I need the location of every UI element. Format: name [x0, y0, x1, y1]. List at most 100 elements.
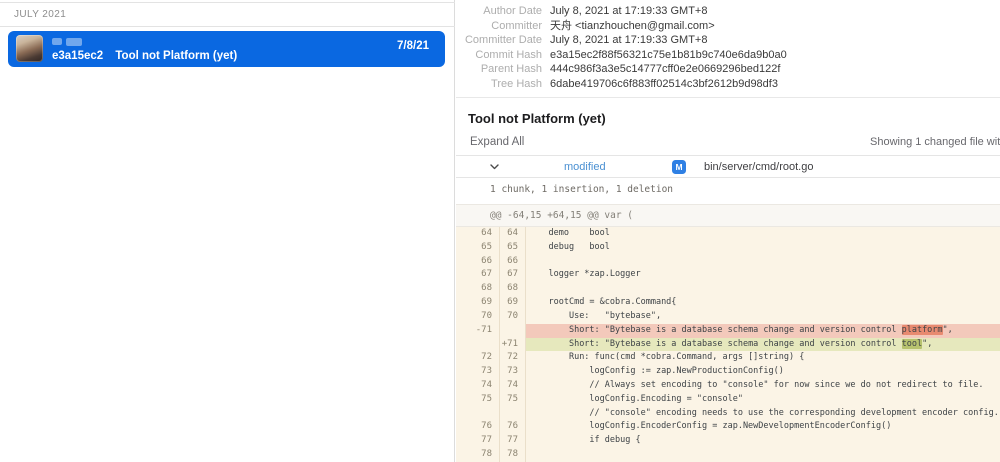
metadata-label: Committer — [456, 19, 542, 34]
file-change-stats: 1 chunk, 1 insertion, 1 deletion — [490, 184, 673, 195]
old-line-number: 68 — [456, 282, 500, 296]
metadata-label: Parent Hash — [456, 62, 542, 77]
diff-row[interactable]: 6666 — [456, 255, 1000, 269]
diff-row[interactable]: 7373 logConfig := zap.NewProductionConfi… — [456, 365, 1000, 379]
redacted-ref-chip — [52, 38, 62, 45]
old-line-number: -71 — [456, 324, 500, 338]
diff-row[interactable]: 6868 — [456, 282, 1000, 296]
new-line-number: 73 — [500, 365, 526, 379]
old-line-number: 74 — [456, 379, 500, 393]
diff-code-line: debug bool — [526, 241, 1000, 255]
diff-code-line: // "console" encoding needs to use the c… — [526, 407, 1000, 421]
modified-badge: M — [672, 160, 686, 174]
diff-code-line: rootCmd = &cobra.Command{ — [526, 296, 1000, 310]
diff-row[interactable]: 7777 if debug { — [456, 434, 1000, 448]
commit-list-panel: JULY 2021 e3a15ec2 Tool not Platform (ye… — [0, 0, 455, 462]
metadata-value: e3a15ec2f88f56321c75e1b81b9c740e6da9b0a0 — [550, 48, 787, 63]
diff-code-line: Use: "bytebase", — [526, 310, 1000, 324]
git-client-window: JULY 2021 e3a15ec2 Tool not Platform (ye… — [0, 0, 1000, 462]
changed-word-highlight: tool — [902, 339, 922, 349]
new-line-number: 65 — [500, 241, 526, 255]
diff-code-line: logConfig := zap.NewProductionConfig() — [526, 365, 1000, 379]
diff-row[interactable]: +71 Short: "Bytebase is a database schem… — [456, 338, 1000, 352]
old-line-number: 77 — [456, 434, 500, 448]
diff-code-line: if debug { — [526, 434, 1000, 448]
changed-file-row[interactable]: modified M bin/server/cmd/root.go — [456, 155, 1000, 178]
new-line-number: 69 — [500, 296, 526, 310]
file-status-label[interactable]: modified — [564, 161, 606, 173]
metadata-divider — [456, 97, 1000, 98]
new-line-number: 72 — [500, 351, 526, 365]
old-line-number — [456, 407, 500, 421]
diff-row[interactable]: 7676 logConfig.EncoderConfig = zap.NewDe… — [456, 420, 1000, 434]
diff-row[interactable]: 7474 // Always set encoding to "console"… — [456, 379, 1000, 393]
diff-row[interactable]: -71 Short: "Bytebase is a database schem… — [456, 324, 1000, 338]
metadata-row: Parent Hash 444c986f3a3e5c14777cff0e2e066… — [456, 62, 1000, 77]
metadata-label: Tree Hash — [456, 77, 542, 92]
commit-message: Tool not Platform (yet) — [115, 50, 237, 62]
new-line-number — [500, 407, 526, 421]
diff-code-line: Short: "Bytebase is a database schema ch… — [526, 338, 1000, 352]
metadata-label: Author Date — [456, 4, 542, 19]
metadata-value: 444c986f3a3e5c14777cff0e2e0669296bed122f — [550, 62, 780, 77]
diff-table: 6464 demo bool6565 debug bool66666767 lo… — [456, 227, 1000, 462]
diff-row[interactable]: 7878 — [456, 448, 1000, 462]
metadata-value: 天舟 <tianzhouchen@gmail.com> — [550, 19, 715, 34]
new-line-number: 67 — [500, 268, 526, 282]
commit-message-title: Tool not Platform (yet) — [468, 111, 606, 126]
diff-code-line: // Always set encoding to "console" for … — [526, 379, 1000, 393]
diff-code-line: logger *zap.Logger — [526, 268, 1000, 282]
diff-code-line — [526, 282, 1000, 296]
redacted-ref-chip — [66, 38, 82, 46]
old-line-number: 72 — [456, 351, 500, 365]
old-line-number: 64 — [456, 227, 500, 241]
metadata-value: July 8, 2021 at 17:19:33 GMT+8 — [550, 4, 707, 19]
new-line-number: +71 — [500, 338, 526, 352]
metadata-row: Committer 天舟 <tianzhouchen@gmail.com> — [456, 19, 1000, 34]
diff-code-line — [526, 255, 1000, 269]
new-line-number: 75 — [500, 393, 526, 407]
new-line-number — [500, 324, 526, 338]
old-line-number: 75 — [456, 393, 500, 407]
new-line-number: 66 — [500, 255, 526, 269]
diff-code-line: Run: func(cmd *cobra.Command, args []str… — [526, 351, 1000, 365]
old-line-number: 73 — [456, 365, 500, 379]
diff-row[interactable]: 7070 Use: "bytebase", — [456, 310, 1000, 324]
diff-row[interactable]: 6565 debug bool — [456, 241, 1000, 255]
changed-word-highlight: platform — [902, 325, 943, 335]
metadata-row: Author Date July 8, 2021 at 17:19:33 GMT+… — [456, 4, 1000, 19]
avatar — [16, 35, 43, 62]
chevron-down-icon[interactable] — [490, 164, 499, 170]
diff-code-line: Short: "Bytebase is a database schema ch… — [526, 324, 1000, 338]
old-line-number — [456, 338, 500, 352]
hunk-header: @@ -64,15 +64,15 @@ var ( — [490, 205, 633, 226]
commit-group-header: JULY 2021 — [0, 2, 455, 27]
new-line-number: 68 — [500, 282, 526, 296]
metadata-row: Tree Hash 6dabe419706c6f883ff02514c3bf261… — [456, 77, 1000, 92]
metadata-value: July 8, 2021 at 17:19:33 GMT+8 — [550, 33, 707, 48]
diff-row[interactable]: 6969 rootCmd = &cobra.Command{ — [456, 296, 1000, 310]
commit-list-item-selected[interactable]: e3a15ec2 Tool not Platform (yet) 7/8/21 — [8, 31, 445, 67]
diff-code-line: logConfig.EncoderConfig = zap.NewDevelop… — [526, 420, 1000, 434]
commit-hash-short: e3a15ec2 — [52, 50, 103, 62]
diff-row[interactable]: 7575 logConfig.Encoding = "console" — [456, 393, 1000, 407]
diff-code-line: demo bool — [526, 227, 1000, 241]
diff-row[interactable]: 6767 logger *zap.Logger — [456, 268, 1000, 282]
old-line-number: 66 — [456, 255, 500, 269]
new-line-number: 64 — [500, 227, 526, 241]
expand-all-button[interactable]: Expand All — [470, 136, 524, 148]
diff-row[interactable]: 6464 demo bool — [456, 227, 1000, 241]
diff-code-line: logConfig.Encoding = "console" — [526, 393, 1000, 407]
diff-row[interactable]: // "console" encoding needs to use the c… — [456, 407, 1000, 421]
old-line-number: 65 — [456, 241, 500, 255]
metadata-row: Commit Hashe3a15ec2f88f56321c75e1b81b9c7… — [456, 48, 1000, 63]
old-line-number: 69 — [456, 296, 500, 310]
new-line-number: 70 — [500, 310, 526, 324]
new-line-number: 77 — [500, 434, 526, 448]
diff-row[interactable]: 7272 Run: func(cmd *cobra.Command, args … — [456, 351, 1000, 365]
metadata-value: 6dabe419706c6f883ff02514c3bf2612b9d98df3 — [550, 77, 778, 92]
new-line-number: 76 — [500, 420, 526, 434]
new-line-number: 78 — [500, 448, 526, 462]
metadata-row: Committer DateJuly 8, 2021 at 17:19:33 G… — [456, 33, 1000, 48]
hunk-header-row: @@ -64,15 +64,15 @@ var ( — [456, 204, 1000, 227]
